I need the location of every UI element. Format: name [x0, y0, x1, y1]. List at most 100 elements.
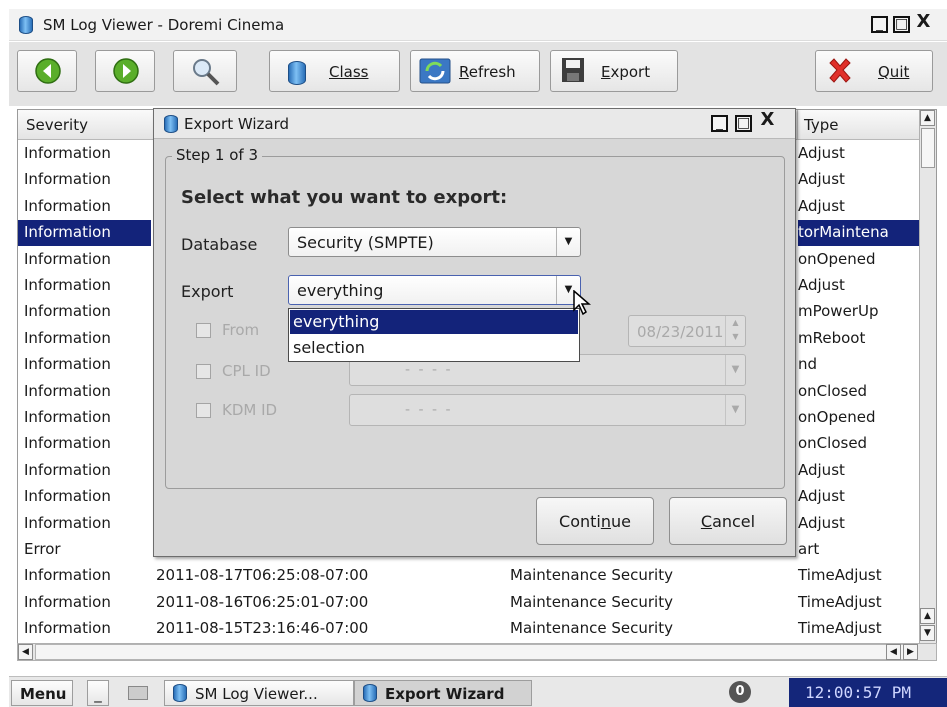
cell-type: onClosed	[798, 381, 868, 400]
mouse-cursor-icon	[573, 290, 591, 316]
dialog-minimize-button[interactable]: _	[711, 115, 728, 132]
scroll-right-arrow-icon[interactable]: ▶	[903, 644, 918, 660]
cancel-button[interactable]: Cancel	[669, 497, 787, 545]
cell-type: Adjust	[798, 144, 845, 162]
step-indicator: Step 1 of 3	[172, 146, 263, 164]
cell-severity: Information	[24, 513, 111, 532]
forward-button[interactable]	[95, 50, 155, 92]
cell-type: Adjust	[798, 513, 845, 532]
maximize-button[interactable]: □	[893, 16, 910, 33]
table-row[interactable]: Information 2011-08-15T23:16:46-07:00 Main…	[18, 616, 918, 642]
chevron-down-icon[interactable]: ▼	[556, 228, 580, 256]
search-button[interactable]	[173, 50, 237, 92]
horizontal-scrollbar[interactable]: ◀ ◀ ▶	[17, 643, 937, 661]
back-arrow-icon	[35, 58, 61, 84]
spinner-arrows-icon[interactable]: ▲ ▼	[725, 316, 745, 346]
from-checkbox[interactable]	[196, 323, 211, 338]
column-header-type[interactable]: Type	[798, 110, 920, 140]
chevron-down-icon[interactable]: ▼	[725, 395, 745, 425]
column-header-severity[interactable]: Severity	[18, 110, 155, 140]
table-row[interactable]: Information 2011-08-16T06:25:01-07:00 Main…	[18, 590, 918, 616]
date-spinner[interactable]: 08/23/2011 ▲ ▼	[628, 315, 746, 347]
cell-type: onOpened	[798, 249, 876, 268]
kdm-id-checkbox[interactable]	[196, 403, 211, 418]
cell-type: mReboot	[798, 328, 866, 347]
export-select[interactable]: everything ▼	[288, 275, 581, 305]
refresh-label-rest: efresh	[468, 63, 516, 81]
horizontal-scroll-thumb[interactable]	[35, 644, 918, 660]
cell-severity: Information	[24, 328, 111, 347]
cell-type: Adjust	[798, 487, 845, 506]
from-label: From	[222, 321, 260, 339]
task-database-icon	[363, 684, 377, 702]
scroll-up-arrow-icon[interactable]: ▲	[920, 110, 935, 126]
cell-severity: Information	[24, 408, 111, 426]
system-clock: 12:00:57 PM	[789, 678, 947, 707]
cell-severity: Information	[24, 460, 111, 479]
export-select-value: everything	[297, 281, 384, 300]
dialog-maximize-button[interactable]: □	[735, 115, 752, 132]
cpl-id-placeholder: - - - -	[405, 362, 453, 378]
cell-severity: Information	[24, 487, 111, 506]
cpl-id-label: CPL ID	[222, 362, 271, 380]
forward-arrow-icon	[113, 58, 139, 84]
option-everything[interactable]: everything	[290, 310, 578, 334]
scroll-left-arrow-icon[interactable]: ◀	[18, 644, 33, 660]
kdm-id-label: KDM ID	[222, 401, 278, 419]
cell-severity: Information	[24, 434, 111, 453]
class-button[interactable]: Class	[269, 50, 400, 92]
vertical-scroll-thumb[interactable]	[921, 128, 935, 168]
keyboard-icon[interactable]	[128, 686, 148, 700]
show-desktop-button[interactable]: _	[87, 680, 109, 706]
start-menu-button[interactable]: Menu	[11, 680, 73, 706]
scroll-up-arrow-icon[interactable]: ▲	[920, 608, 935, 624]
cell-type: onClosed	[798, 434, 868, 453]
task-sm-log-viewer[interactable]: SM Log Viewer...	[164, 680, 354, 706]
task-database-icon	[173, 684, 187, 702]
cell-class: Maintenance Security	[510, 566, 673, 585]
magnifier-icon	[193, 59, 220, 86]
taskbar: Menu _ SM Log Viewer... Export Wizard 0 …	[9, 676, 947, 707]
database-select[interactable]: Security (SMPTE) ▼	[288, 227, 581, 257]
cell-severity: Error	[24, 540, 61, 558]
export-label: Export	[181, 282, 234, 301]
dialog-database-icon	[164, 115, 178, 133]
app-database-icon	[19, 16, 33, 34]
cell-severity: Information	[24, 144, 111, 162]
vertical-scrollbar[interactable]: ▲ ▲ ▼	[919, 110, 936, 643]
refresh-button[interactable]: Refresh	[410, 50, 540, 92]
cell-severity: Information	[24, 196, 111, 215]
cell-severity: Information	[24, 355, 111, 374]
back-button[interactable]	[17, 50, 77, 92]
kdm-id-placeholder: - - - -	[405, 402, 453, 418]
cell-severity: Information	[24, 170, 111, 189]
export-dropdown-list: everything selection	[288, 308, 580, 362]
kdm-id-select[interactable]: - - - - ▼	[349, 394, 746, 426]
dialog-close-button[interactable]: X	[759, 111, 776, 131]
dialog-title: Export Wizard	[184, 115, 290, 133]
scroll-down-arrow-icon[interactable]: ▼	[920, 625, 935, 641]
cell-type: TimeAdjust	[798, 619, 882, 638]
notification-badge[interactable]: 0	[729, 681, 751, 703]
table-row[interactable]: Information 2011-08-17T06:25:08-07:00 Main…	[18, 563, 918, 589]
option-selection[interactable]: selection	[290, 336, 578, 360]
cell-type: TimeAdjust	[798, 592, 882, 611]
cell-type: Adjust	[798, 460, 845, 479]
chevron-down-icon[interactable]: ▼	[725, 355, 745, 385]
cell-type: onOpened	[798, 408, 876, 426]
scroll-left-arrow-icon[interactable]: ◀	[886, 644, 901, 660]
quit-button[interactable]: Quit	[815, 50, 933, 92]
cell-severity: Information	[24, 566, 111, 585]
cell-severity: Information	[24, 381, 111, 400]
cpl-id-checkbox[interactable]	[196, 364, 211, 379]
task-export-wizard[interactable]: Export Wizard	[354, 680, 532, 706]
dialog-title-bar: Export Wizard _ □ X	[154, 109, 795, 139]
main-title-bar: SM Log Viewer - Doremi Cinema _ □ X	[9, 9, 947, 41]
toolbar: Class Refresh Export Quit	[9, 42, 947, 106]
cell-severity: Information	[24, 592, 111, 611]
continue-button[interactable]: Continue	[536, 497, 654, 545]
close-button[interactable]: X	[915, 13, 932, 33]
export-button[interactable]: Export	[550, 50, 678, 92]
minimize-button[interactable]: _	[871, 16, 888, 33]
save-disk-icon	[562, 58, 584, 82]
